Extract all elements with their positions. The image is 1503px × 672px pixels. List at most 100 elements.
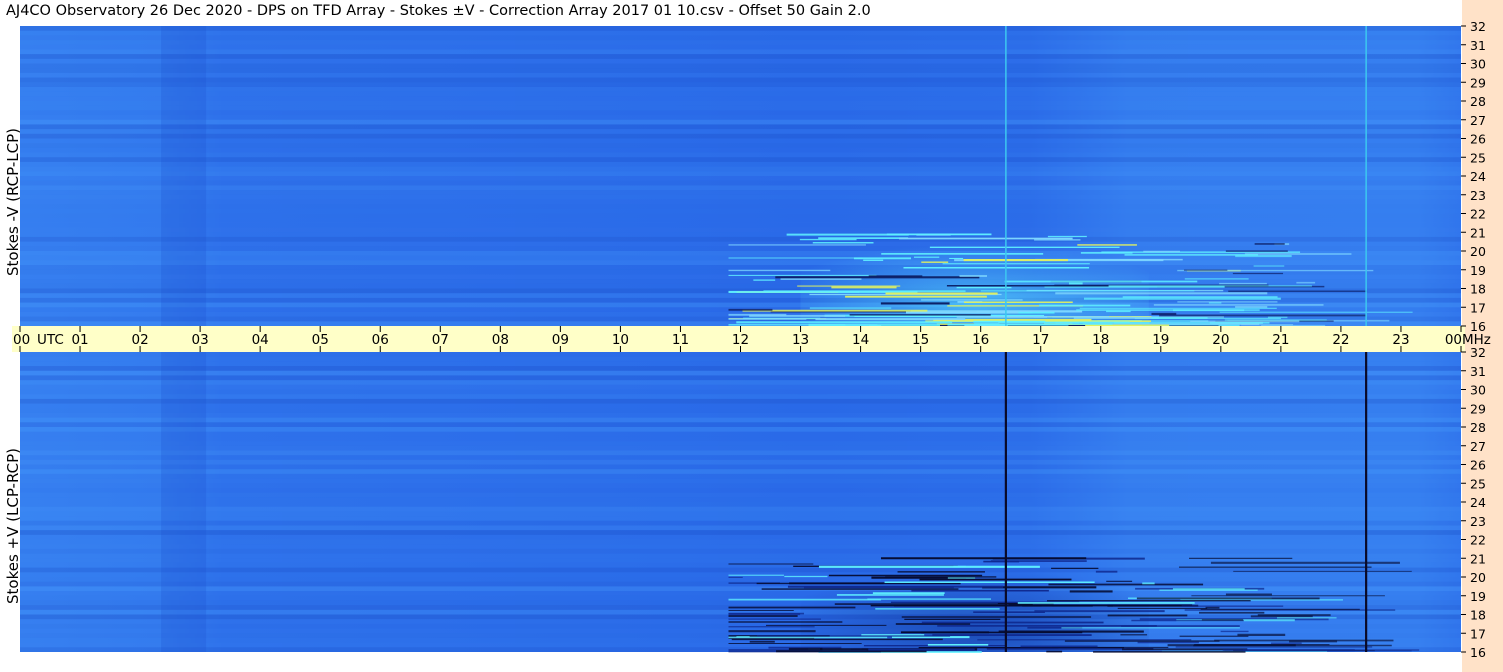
spectrogram-panel-top: [20, 26, 1461, 327]
frequency-stripe: [20, 77, 1461, 83]
frequency-stripe: [20, 394, 1461, 399]
frequency-stripe: [20, 384, 1461, 390]
x-tick-label: 00: [13, 332, 30, 348]
y-tick-label: 17: [1470, 300, 1486, 315]
x-tick-label: 17: [1032, 332, 1049, 348]
frequency-stripe: [20, 441, 1461, 446]
x-tick-label: 23: [1392, 332, 1409, 348]
y-tick-label: 32: [1470, 345, 1486, 360]
y-tick-label: 19: [1470, 263, 1486, 278]
y-tick-label: 23: [1470, 514, 1486, 529]
frequency-stripe: [20, 492, 1461, 498]
y-tick-label: 16: [1470, 319, 1486, 334]
frequency-stripe: [20, 474, 1461, 479]
y-tick-label: 26: [1470, 132, 1486, 147]
frequency-stripe: [20, 511, 1461, 517]
frequency-stripe: [20, 450, 1461, 456]
frequency-stripe: [20, 124, 1461, 130]
frequency-stripe: [20, 190, 1461, 195]
frequency-stripe: [20, 260, 1461, 266]
x-tick-label: 22: [1332, 332, 1349, 348]
frequency-stripe: [20, 68, 1461, 73]
frequency-stripe: [20, 181, 1461, 186]
frequency-stripe: [20, 194, 1461, 200]
frequency-stripe: [20, 436, 1461, 441]
frequency-stripe: [20, 82, 1461, 87]
x-tick-label: 07: [432, 332, 449, 348]
frequency-stripe: [20, 427, 1461, 432]
frequency-stripe: [20, 115, 1461, 120]
frequency-stripe: [20, 106, 1461, 111]
frequency-stripe: [20, 133, 1461, 139]
frequency-stripe: [20, 143, 1461, 148]
frequency-stripe: [20, 110, 1461, 115]
frequency-stripe: [20, 483, 1461, 488]
frequency-stripe: [20, 204, 1461, 209]
frequency-stripe: [20, 459, 1461, 465]
frequency-stripe: [20, 497, 1461, 502]
frequency-stripe: [20, 232, 1461, 237]
frequency-stripe: [20, 40, 1461, 45]
x-tick-label: 11: [672, 332, 689, 348]
frequency-stripe: [20, 228, 1461, 233]
frequency-stripe: [20, 417, 1461, 423]
y-tick-label: 16: [1470, 645, 1486, 660]
frequency-stripe: [20, 469, 1461, 474]
frequency-stripe: [20, 370, 1461, 376]
x-tick-label: 20: [1212, 332, 1229, 348]
frequency-stripe: [20, 408, 1461, 413]
frequency-stripe: [20, 520, 1461, 526]
y-tick-label: 21: [1470, 225, 1486, 240]
frequency-stripe: [20, 398, 1461, 404]
y-tick-label: 25: [1470, 150, 1486, 165]
x-tick-label: 12: [732, 332, 749, 348]
frequency-stripe: [20, 31, 1461, 36]
frequency-stripe: [20, 218, 1461, 223]
x-tick-label: 01: [71, 332, 88, 348]
frequency-stripe: [20, 166, 1461, 172]
frequency-stripe: [20, 352, 1461, 357]
x-tick-label: 06: [372, 332, 389, 348]
frequency-stripe: [20, 380, 1461, 385]
x-tick-label: 21: [1272, 332, 1289, 348]
frequency-stripe: [20, 162, 1461, 167]
frequency-stripe: [20, 176, 1461, 181]
frequency-stripe: [20, 171, 1461, 176]
x-tick-label: 13: [792, 332, 809, 348]
frequency-stripe: [20, 185, 1461, 191]
frequency-stripe: [20, 366, 1461, 371]
y-tick-label: 31: [1470, 364, 1486, 379]
frequency-stripe: [20, 86, 1461, 92]
frequency-stripe: [20, 101, 1461, 106]
frequency-stripe: [20, 45, 1461, 50]
frequency-stripe: [20, 390, 1461, 395]
y-tick-label: 18: [1470, 608, 1486, 623]
frequency-stripe: [20, 553, 1461, 559]
y-tick-label: 23: [1470, 188, 1486, 203]
y-tick-label: 22: [1470, 207, 1486, 222]
frequency-stripe: [20, 148, 1461, 153]
y-tick-label: 17: [1470, 626, 1486, 641]
x-tick-label: 19: [1152, 332, 1169, 348]
frequency-stripe: [20, 375, 1461, 381]
frequency-stripe: [20, 465, 1461, 470]
frequency-stripe: [20, 129, 1461, 134]
frequency-stripe: [20, 26, 1461, 31]
panel-label-bottom: Stokes +V (LCP-RCP): [4, 448, 22, 604]
frequency-stripe: [20, 246, 1461, 251]
frequency-stripe: [20, 73, 1461, 78]
y-tick-label: 29: [1470, 401, 1486, 416]
y-tick-label: 22: [1470, 533, 1486, 548]
frequency-stripe: [20, 119, 1461, 125]
frequency-stripe: [20, 49, 1461, 55]
frequency-stripe: [20, 539, 1461, 545]
frequency-stripe: [20, 478, 1461, 484]
x-axis-label: UTC: [37, 332, 64, 348]
x-tick-label: 18: [1092, 332, 1109, 348]
y-tick-label: 25: [1470, 476, 1486, 491]
frequency-stripe: [20, 157, 1461, 162]
frequency-stripe: [20, 432, 1461, 437]
y-tick-label: 24: [1470, 169, 1486, 184]
frequency-stripe: [20, 214, 1461, 219]
frequency-stripe: [20, 54, 1461, 59]
